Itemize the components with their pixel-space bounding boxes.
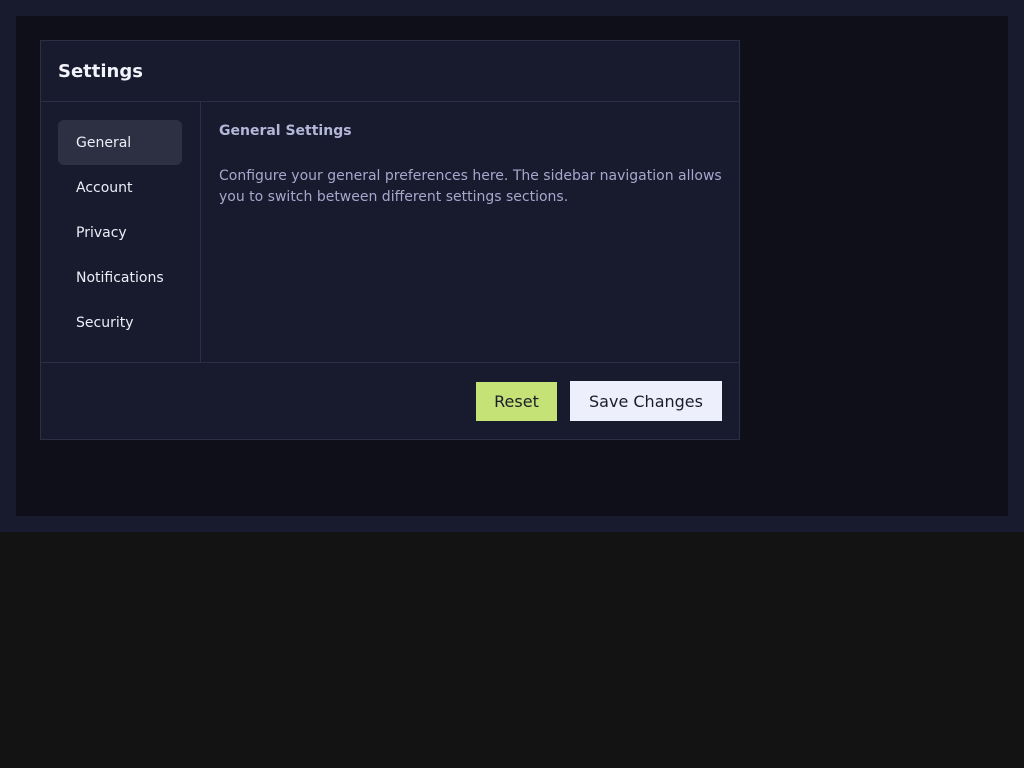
sidebar-item-account[interactable]: Account: [58, 165, 182, 210]
sidebar-nav: General Account Privacy Notifications Se…: [41, 102, 201, 362]
panel-header: Settings: [41, 41, 739, 102]
sidebar-item-general[interactable]: General: [58, 120, 182, 165]
save-changes-button[interactable]: Save Changes: [570, 381, 722, 421]
app-frame: Settings General Account Privacy Notific…: [0, 0, 1024, 532]
content-area: General Settings Configure your general …: [201, 102, 739, 362]
reset-button[interactable]: Reset: [476, 381, 557, 421]
sidebar-item-security[interactable]: Security: [58, 300, 182, 345]
app-viewport: Settings General Account Privacy Notific…: [16, 16, 1008, 516]
section-description: Configure your general preferences here.…: [219, 168, 722, 205]
panel-body: General Account Privacy Notifications Se…: [41, 102, 739, 363]
section-heading: General Settings: [219, 123, 352, 139]
sidebar-item-notifications[interactable]: Notifications: [58, 255, 182, 300]
panel-footer: Reset Save Changes: [41, 363, 739, 439]
sidebar-item-privacy[interactable]: Privacy: [58, 210, 182, 255]
settings-panel: Settings General Account Privacy Notific…: [40, 40, 740, 440]
page-title: Settings: [58, 60, 143, 82]
